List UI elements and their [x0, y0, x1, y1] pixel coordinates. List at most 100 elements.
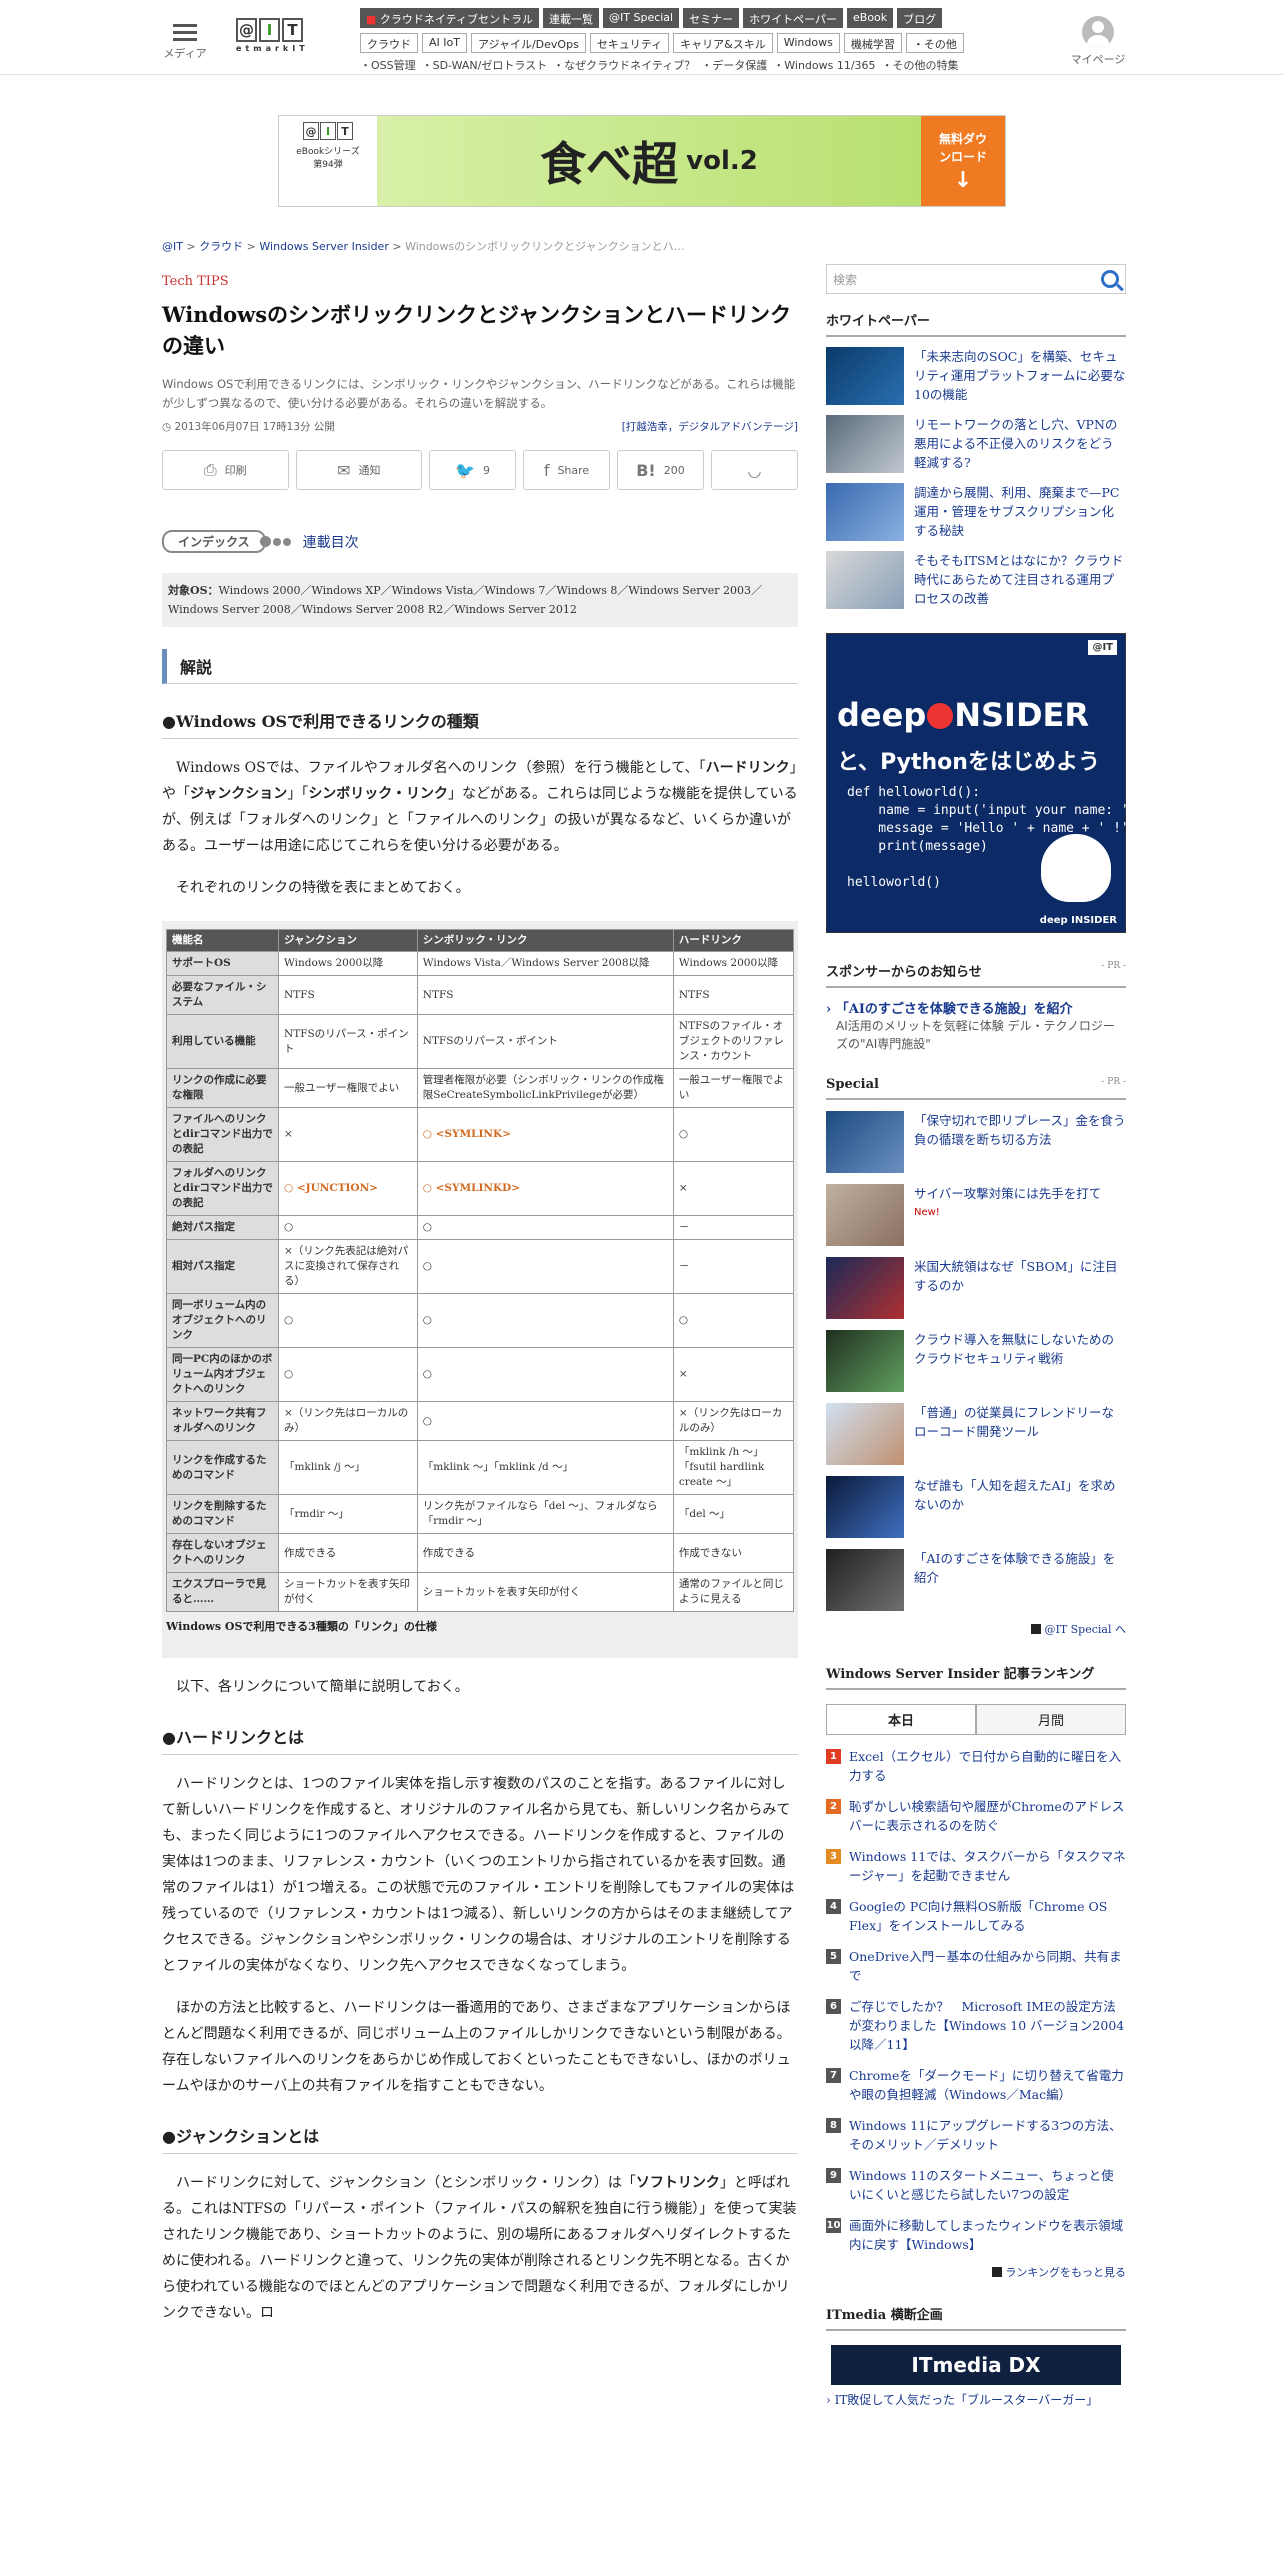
- special-item[interactable]: 米国大統領はなぜ「SBOM」に注目するのか: [826, 1257, 1126, 1319]
- deep-insider-ad[interactable]: @IT deep NSIDER と、Pythonをはじめよう def hellow…: [826, 633, 1137, 933]
- special-title: 「普通」の従業員にフレンドリーなローコード開発ツール: [914, 1405, 1115, 1439]
- special-item[interactable]: 「保守切れで即リプレース」金を食う負の循環を断ち切る方法: [826, 1111, 1126, 1173]
- series-index-link[interactable]: 連載目次: [303, 532, 359, 552]
- ranking-item[interactable]: 7 Chromeを「ダークモード」に切り替えて省電力や眼の負担軽減（Windows…: [826, 2066, 1126, 2104]
- ranking-item[interactable]: 8 Windows 11にアップグレードする3つの方法、そのメリット／デメリット: [826, 2116, 1126, 2154]
- table-cell: サポートOS: [166, 951, 279, 976]
- nav-secondary-item[interactable]: ・その他: [905, 33, 964, 53]
- special-list: 「保守切れで即リプレース」金を食う負の循環を断ち切る方法 サイバー攻撃対策には先手…: [826, 1111, 1126, 1611]
- special-item[interactable]: 「AIのすごさを体験できる施設」を紹介: [826, 1549, 1126, 1611]
- breadcrumb-series[interactable]: Windows Server Insider: [259, 240, 388, 253]
- nav-secondary-item[interactable]: AI IoT: [422, 33, 467, 53]
- nav-secondary-item[interactable]: セキュリティ: [589, 33, 670, 53]
- table-cell: Windows Vista／Windows Server 2008以降: [416, 951, 674, 976]
- search-icon[interactable]: [1101, 270, 1119, 288]
- banner-download-button[interactable]: 無料ダウンロード ↓: [921, 116, 1005, 206]
- nav-secondary-item[interactable]: アジャイル/DevOps: [470, 33, 586, 53]
- itmedia-link[interactable]: › IT敗促して人気だった「ブルースターバーガー」: [826, 2391, 1126, 2408]
- paragraph-5: ほかの方法と比較すると、ハードリンクは一番適用的であり、さまざまなアプリケーショ…: [162, 2000, 791, 2094]
- table-row: 絶対パス指定 ○ ○ －: [166, 1215, 795, 1240]
- paragraph-4: ハードリンクとは、1つのファイル実体を指し示す複数のパスのことを指す。あるファイ…: [162, 1776, 795, 1974]
- special-title: なぜ誰も「人知を超えたAI」を求めないのか: [914, 1478, 1116, 1512]
- nav-primary-item[interactable]: セミナー: [683, 8, 740, 28]
- nav-topic-item[interactable]: ・Windows 11/365: [773, 57, 875, 73]
- breadcrumb-cloud[interactable]: クラウド: [199, 240, 243, 253]
- nav-topic-item[interactable]: ・その他の特集: [882, 57, 959, 73]
- tab-month[interactable]: 月間: [976, 1704, 1126, 1734]
- whitepaper-item[interactable]: リモートワークの落とし穴、VPNの悪用による不正侵入のリスクをどう軽減する?: [826, 415, 1126, 473]
- whitepaper-item[interactable]: そもそもITSMとはなにか？クラウド時代にあらためて注目される運用プロセスの改善: [826, 551, 1126, 609]
- pocket-button[interactable]: ◡: [710, 450, 798, 490]
- table-row: 存在しないオブジェクトへのリンク 作成できる 作成できる 作成できない: [166, 1533, 795, 1573]
- facebook-button[interactable]: f Share: [523, 450, 610, 490]
- special-item[interactable]: サイバー攻撃対策には先手を打て New!: [826, 1184, 1126, 1246]
- thumbnail-image: [826, 1257, 904, 1319]
- sponsor-item[interactable]: › 「AIのすごさを体験できる施設」を紹介 AI活用のメリットを気軽に体験 デル…: [826, 998, 1126, 1053]
- author-link[interactable]: [打越浩幸，デジタルアドバンテージ]: [622, 419, 798, 434]
- ranking-item[interactable]: 4 Googleの PC向け無料OS新版「Chrome OS Flex」をインスト…: [826, 1897, 1126, 1935]
- ranking-title: Windows 11では、タスクバーから「タスクマネージャー」を起動できません: [849, 1849, 1126, 1883]
- ranking-item[interactable]: 3 Windows 11では、タスクバーから「タスクマネージャー」を起動できません: [826, 1847, 1126, 1885]
- hatena-button[interactable]: B! 200: [617, 450, 704, 490]
- nav-topic-item[interactable]: ・SD-WAN/ゼロトラスト: [422, 57, 548, 73]
- special-item[interactable]: 「普通」の従業員にフレンドリーなローコード開発ツール: [826, 1403, 1126, 1465]
- table-cell: NTFSのファイル・オブジェクトのリファレンス・カウント: [672, 1014, 795, 1069]
- nav-primary-item[interactable]: 連載一覧: [543, 8, 600, 28]
- print-button[interactable]: ⎙ 印刷: [162, 450, 289, 490]
- table-row: ファイルへのリンクとdirコマンド出力での表記 × ○ <SYMLINK> ○: [166, 1107, 795, 1162]
- nav-secondary-item[interactable]: 機械学習: [843, 33, 902, 53]
- banner-issue: 第94弾: [313, 160, 343, 170]
- nav-topic-item[interactable]: ・なぜクラウドネイティブ？: [553, 57, 695, 73]
- ranking-item[interactable]: 5 OneDrive入門－基本の仕組みから同期、共有まで: [826, 1947, 1126, 1985]
- itmedia-dx-ad[interactable]: ITmedia DX: [831, 2345, 1121, 2385]
- special-more-link[interactable]: @IT Special へ: [826, 1621, 1126, 1637]
- ebook-banner[interactable]: @ I T eBookシリーズ 第94弾 食べ超 vol.2 無料ダウンロード ↓: [278, 115, 1006, 207]
- ranking-more-link[interactable]: ランキングをもっと見る: [826, 2264, 1126, 2280]
- ranking-title: 恥ずかしい検索語句や履歴がChromeのアドレスバーに表示されるのを防ぐ: [849, 1799, 1125, 1833]
- paragraph-6: ハードリンクに対して、ジャンクション（とシンボリック・リンク）は「ソフトリンク」…: [162, 2175, 797, 2321]
- site-logo[interactable]: @ I T etmarkIT: [236, 18, 328, 64]
- nav-primary-item[interactable]: ■ クラウドネイティブセントラル: [360, 8, 540, 28]
- special-item[interactable]: なぜ誰も「人知を超えたAI」を求めないのか: [826, 1476, 1126, 1538]
- special-item[interactable]: クラウド導入を無駄にしないためのクラウドセキュリティ戦術: [826, 1330, 1126, 1392]
- nav-primary-item[interactable]: @IT Special: [603, 8, 680, 28]
- nav-primary-item[interactable]: ブログ: [897, 8, 943, 28]
- media-menu-button[interactable]: メディア: [162, 20, 208, 61]
- whitepaper-item[interactable]: 「未来志向のSOC」を構築、セキュリティ運用プラットフォームに必要な10の機能: [826, 347, 1126, 405]
- nav-topic-item[interactable]: ・OSS管理: [360, 57, 416, 73]
- ranking-item[interactable]: 10 画面外に移動してしまったウィンドウを表示領域内に戻す【Windows】: [826, 2216, 1126, 2254]
- nav-primary-item[interactable]: ホワイトペーパー: [743, 8, 843, 28]
- down-arrow-icon: ↓: [953, 168, 973, 193]
- table-cell: Windows 2000以降: [672, 951, 795, 976]
- table-cell: ×（リンク先はローカルのみ）: [278, 1401, 418, 1441]
- thumbnail-image: [826, 551, 904, 609]
- ranking-item[interactable]: 6 ご存じでしたか？ Microsoft IMEの設定方法が変わりました【Wind…: [826, 1997, 1126, 2054]
- nav-secondary-item[interactable]: Windows: [776, 33, 840, 53]
- article-meta: ◷ 2013年06月07日 17時13分 公開 [打越浩幸，デジタルアドバンテー…: [162, 419, 798, 434]
- mypage-button[interactable]: マイページ: [1070, 16, 1126, 67]
- article-category[interactable]: Tech TIPS: [162, 274, 798, 289]
- hatena-icon: B!: [636, 460, 656, 480]
- table-cell: 一般ユーザー権限でよい: [672, 1068, 795, 1108]
- sponsor-body: AI活用のメリットを気軽に体験 デル・テクノロジーズの"AI専門施設": [836, 1019, 1115, 1051]
- ranking-item[interactable]: 2 恥ずかしい検索語句や履歴がChromeのアドレスバーに表示されるのを防ぐ: [826, 1797, 1126, 1835]
- search-input[interactable]: 検索: [826, 264, 1126, 294]
- table-header-cell: シンボリック・リンク: [416, 929, 674, 952]
- whitepaper-item[interactable]: 調達から展開、利用、廃棄まで—PC運用・管理をサブスクリプション化する秘訣: [826, 483, 1126, 541]
- ranking-item[interactable]: 1 Excel（エクセル）で日付から自動的に曜日を入力する: [826, 1747, 1126, 1785]
- nav-topic-item[interactable]: ・データ保護: [701, 57, 767, 73]
- table-cell: 作成できない: [672, 1533, 795, 1573]
- ranking-item[interactable]: 9 Windows 11のスタートメニュー、ちょっと使いにくいと感じたら試したい7…: [826, 2166, 1126, 2204]
- breadcrumb-home[interactable]: @IT: [162, 240, 183, 253]
- ranking-tabs: 本日 月間: [826, 1704, 1126, 1735]
- publish-date: ◷ 2013年06月07日 17時13分 公開: [162, 421, 335, 433]
- rank-number: 1: [826, 1749, 841, 1764]
- tab-today[interactable]: 本日: [826, 1704, 976, 1734]
- nav-secondary-item[interactable]: キャリア&スキル: [673, 33, 773, 53]
- twitter-button[interactable]: 🐦 9: [429, 450, 517, 490]
- nav-secondary-item[interactable]: クラウド: [360, 33, 418, 53]
- table-cell: ×: [672, 1161, 795, 1216]
- table-cell: 作成できる: [416, 1533, 674, 1573]
- nav-primary-item[interactable]: eBook: [847, 8, 894, 28]
- mail-button[interactable]: ✉ 通知: [295, 450, 423, 490]
